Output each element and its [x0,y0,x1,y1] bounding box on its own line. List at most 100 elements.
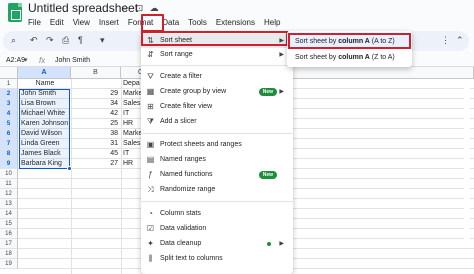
cell-age[interactable] [72,219,118,229]
menu-item-label: Sort range [160,51,193,58]
row-header[interactable]: 5 [0,119,18,129]
menu-item-randomize-range[interactable]: ⤨ Randomize range [141,183,293,197]
sheets-logo-icon[interactable] [8,3,22,22]
menu-item-named-functions[interactable]: ƒ Named functions New [141,168,293,182]
sort-sheet-highlight-box [141,31,288,46]
row-header[interactable]: 17 [0,239,18,249]
menu-item-add-slicer[interactable]: ⧩ Add a slicer [141,115,293,129]
cell-age[interactable]: 27 [72,159,118,169]
name-box[interactable]: A2:A9 [6,57,25,64]
menu-item-create-filter[interactable]: ⛛ Create a filter [141,70,293,84]
row-header[interactable]: 11 [0,179,18,189]
row-header[interactable]: 3 [0,99,18,109]
menu-item-create-group-by-view[interactable]: ▦ Create group by view New ▶ [141,85,293,99]
submenu-arrow-icon: ▶ [279,241,284,247]
cell-age[interactable]: 34 [72,99,118,109]
name-box-dropdown-icon[interactable]: ▾ [24,56,28,64]
cell-age[interactable]: 38 [72,129,118,139]
menu-item-named-ranges[interactable]: ▤ Named ranges [141,153,293,167]
menu-file[interactable]: File [28,16,41,29]
select-all-corner[interactable] [0,67,18,79]
row-header[interactable]: 13 [0,199,18,209]
cell-name[interactable] [21,249,69,259]
cell-age[interactable]: 29 [72,89,118,99]
cell-age[interactable] [72,229,118,239]
cell-name[interactable] [21,189,69,199]
menu-item-data-validation[interactable]: ☑ Data validation [141,222,293,236]
cell-age[interactable]: 42 [72,109,118,119]
cell-age[interactable] [72,189,118,199]
menu-extensions[interactable]: Extensions [216,16,255,29]
row-header[interactable]: 9 [0,159,18,169]
cell-age[interactable] [72,179,118,189]
cell-name[interactable] [21,259,69,269]
menu-item-sort-range[interactable]: ⇵ Sort range ▶ [141,48,293,62]
row-header[interactable]: 6 [0,129,18,139]
menu-separator [141,201,293,202]
menu-item-protect-sheets[interactable]: ▣ Protect sheets and ranges [141,138,293,152]
cell-name[interactable] [21,219,69,229]
cell-name[interactable] [21,179,69,189]
menu-view[interactable]: View [73,16,90,29]
collapse-toolbar-icon[interactable]: ⌃ [456,35,464,46]
row-header[interactable]: 19 [0,259,18,269]
cell-name[interactable] [21,169,69,179]
row-header[interactable]: 4 [0,109,18,119]
formula-input[interactable]: John Smith [55,57,90,64]
row-header[interactable]: 14 [0,209,18,219]
search-menus-icon[interactable]: ⌕ [11,35,16,46]
more-options-icon[interactable]: ⋮ [441,35,450,46]
option-text: Sort sheet by [295,54,339,61]
print-icon[interactable]: ⎙ [62,35,69,46]
paint-format-icon[interactable]: ¶ [78,35,83,45]
redo-icon[interactable]: ↷ [46,35,54,46]
spreadsheet-app: Untitled spreadsheet ☆ ⊡ ☁ File Edit Vie… [0,0,474,274]
cell-age[interactable] [72,239,118,249]
menu-edit[interactable]: Edit [50,16,64,29]
menu-tools[interactable]: Tools [188,16,207,29]
row-header[interactable]: 10 [0,169,18,179]
row-header[interactable]: 12 [0,189,18,199]
row-header[interactable]: 2 [0,89,18,99]
fill-handle[interactable] [67,166,72,171]
cell-age[interactable] [72,199,118,209]
menu-item-create-filter-view[interactable]: ⊞ Create filter view [141,100,293,114]
menu-item-column-stats[interactable]: ◔ Column stats [141,207,293,221]
cell-age[interactable] [72,249,118,259]
cell-age[interactable] [72,259,118,269]
menu-item-data-cleanup[interactable]: ✦ Data cleanup ▶ [141,237,293,251]
vertical-scrollbar[interactable] [464,80,470,240]
row-header[interactable]: 8 [0,149,18,159]
cell-age[interactable] [72,79,118,89]
menu-item-split-text[interactable]: ⫼ Split text to columns [141,252,293,266]
cell-age[interactable] [72,209,118,219]
undo-icon[interactable]: ↶ [30,35,38,46]
data-menu-highlight-box [141,14,164,32]
cell-name[interactable] [21,209,69,219]
title-icons[interactable]: ☆ ⊡ ☁ [121,3,161,14]
menu-data[interactable]: Data [162,16,179,29]
group-view-icon: ▦ [146,87,155,96]
cell-name[interactable] [21,239,69,249]
cell-name[interactable] [21,229,69,239]
zoom-icon[interactable]: ▾ [100,35,105,46]
cell-name[interactable]: Name [21,79,69,89]
menu-item-label: Add a slicer [160,118,197,125]
row-header[interactable]: 16 [0,229,18,239]
cell-age[interactable]: 25 [72,119,118,129]
cell-name[interactable] [21,199,69,209]
row-header[interactable]: 1 [0,79,18,89]
row-header[interactable]: 18 [0,249,18,259]
cell-age[interactable]: 45 [72,149,118,159]
menu-help[interactable]: Help [264,16,280,29]
cell-age[interactable] [72,169,118,179]
status-dot [267,242,271,246]
row-header[interactable]: 15 [0,219,18,229]
column-header-a[interactable]: A [18,67,71,79]
column-header-b[interactable]: B [71,67,121,79]
cell-age[interactable]: 31 [72,139,118,149]
selected-range[interactable] [19,89,70,169]
sort-z-to-a-option[interactable]: Sort sheet by column A (Z to A) [287,51,412,65]
menu-insert[interactable]: Insert [99,16,119,29]
row-header[interactable]: 7 [0,139,18,149]
